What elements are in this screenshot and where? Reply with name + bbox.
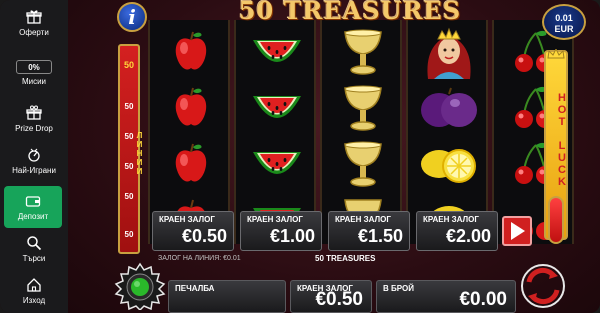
coin-value-amount: 0.01 — [555, 13, 573, 23]
lines-marker: 50 — [124, 192, 134, 201]
sidebar-item-most-played[interactable]: Най-Играни — [0, 140, 68, 182]
win-label: ПЕЧАЛБА — [175, 284, 215, 293]
game-name-footer: 50 TREASURES — [315, 254, 376, 263]
bet-option-button[interactable]: КРАЕН ЗАЛОГ €0.50 — [152, 211, 234, 251]
bet-option-label: КРАЕН ЗАЛОГ — [159, 215, 215, 224]
sidebar-item-label: Най-Играни — [12, 166, 56, 175]
percent-badge: 0% — [16, 60, 52, 74]
home-icon — [25, 277, 43, 293]
sidebar-item-label: Оферти — [19, 28, 49, 37]
lines-label: ЛИНИИ — [135, 130, 144, 176]
apple-icon — [150, 24, 232, 80]
bet-option-value: €1.50 — [357, 226, 403, 246]
crown-icon — [547, 46, 565, 59]
sidebar-item-deposit[interactable]: Депозит — [4, 186, 62, 228]
sidebar-item-offers[interactable]: Оферти — [0, 2, 68, 44]
queen-icon — [408, 24, 490, 80]
bet-option-label: КРАЕН ЗАЛОГ — [335, 215, 391, 224]
goblet-icon — [322, 24, 404, 80]
bet-option-button[interactable]: КРАЕН ЗАЛОГ €1.50 — [328, 211, 410, 251]
line-bet-text: ЗАЛОГ НА ЛИНИЯ: €0.01 — [158, 255, 241, 262]
goblet-icon — [322, 80, 404, 136]
spin-gear-icon — [114, 262, 166, 312]
bet-option-value: €1.00 — [269, 226, 315, 246]
wallet-icon — [24, 193, 42, 209]
spin-button[interactable] — [114, 262, 166, 312]
bet-option-label: КРАЕН ЗАЛОГ — [247, 215, 303, 224]
autoplay-button[interactable] — [518, 262, 568, 310]
sidebar-item-label: Търси — [22, 254, 46, 263]
thermometer-icon — [548, 196, 564, 244]
bet-option-value: €2.00 — [445, 226, 491, 246]
total-bet-panel: КРАЕН ЗАЛОГ €0.50 — [290, 280, 372, 313]
info-button[interactable]: i — [117, 2, 147, 32]
search-icon — [25, 235, 43, 251]
bet-option-value: €0.50 — [181, 226, 227, 246]
coin-value-display[interactable]: 0.01 EUR — [542, 4, 586, 40]
hot-luck-label: HOT LUCK — [556, 92, 568, 188]
bet-option-label: КРАЕН ЗАЛОГ — [423, 215, 479, 224]
next-bet-button[interactable] — [502, 216, 532, 246]
game-title: 50 TREASURES — [238, 0, 462, 25]
goblet-icon — [322, 136, 404, 192]
gift-icon — [25, 9, 43, 25]
watermelon-icon — [236, 80, 318, 136]
cash-panel: В БРОЙ €0.00 — [376, 280, 516, 313]
watermelon-icon — [236, 136, 318, 192]
total-bet-value: €0.50 — [315, 289, 363, 310]
bet-option-button[interactable]: КРАЕН ЗАЛОГ €2.00 — [416, 211, 498, 251]
lines-max: 50 — [123, 60, 134, 70]
play-arrow-icon — [511, 222, 525, 240]
sidebar-item-label: Депозит — [17, 212, 49, 221]
apple-icon — [150, 136, 232, 192]
autoplay-icon — [521, 264, 565, 308]
lines-marker: 50 — [124, 230, 134, 239]
app-frame: Оферти 0% Мисии Prize Drop Най-Играни Де… — [0, 0, 600, 313]
sidebar-item-prize-drop[interactable]: Prize Drop — [0, 98, 68, 140]
apple-icon — [150, 80, 232, 136]
sidebar-item-label: Prize Drop — [15, 124, 53, 133]
watermelon-icon — [236, 24, 318, 80]
win-panel: ПЕЧАЛБА — [168, 280, 286, 313]
lines-marker: 50 — [124, 102, 134, 111]
sidebar: Оферти 0% Мисии Prize Drop Най-Играни Де… — [0, 0, 68, 313]
plum-icon — [408, 80, 490, 136]
sidebar-item-search[interactable]: Търси — [0, 228, 68, 270]
prize-drop-icon — [25, 105, 43, 121]
bet-option-button[interactable]: КРАЕН ЗАЛОГ €1.00 — [240, 211, 322, 251]
cash-value: €0.00 — [459, 289, 507, 310]
cash-label: В БРОЙ — [383, 284, 414, 293]
sidebar-item-missions[interactable]: 0% Мисии — [0, 52, 68, 94]
sidebar-item-label: Мисии — [21, 77, 47, 86]
coin-value-currency: EUR — [554, 24, 574, 34]
fire-icon — [25, 147, 43, 163]
sidebar-item-exit[interactable]: Изход — [0, 270, 68, 312]
lemon-icon — [408, 136, 490, 192]
sidebar-item-label: Изход — [22, 296, 46, 305]
